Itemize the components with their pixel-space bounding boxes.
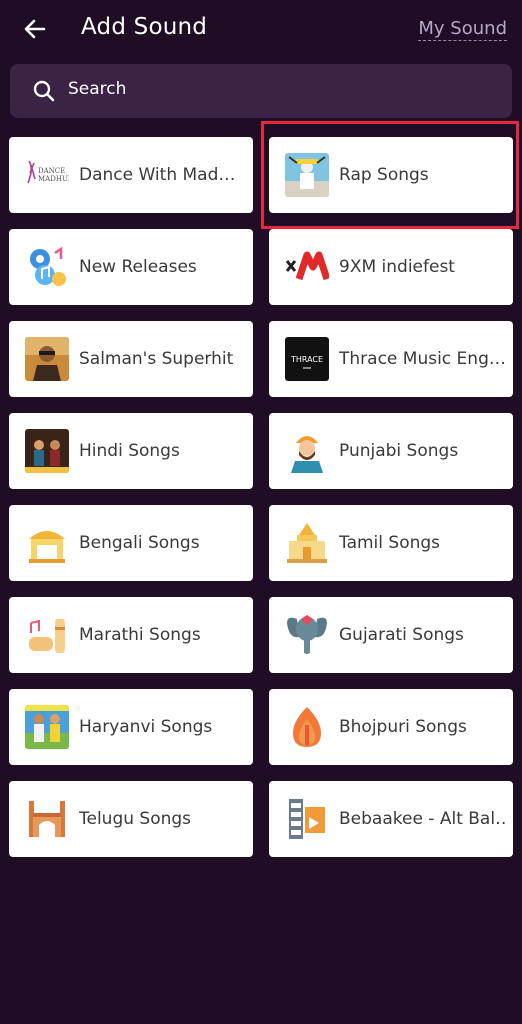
- category-card-telugu-songs[interactable]: Telugu Songs: [9, 781, 253, 857]
- category-card-new-releases[interactable]: New Releases: [9, 229, 253, 305]
- charminar-icon: [25, 797, 69, 841]
- category-label: Dance With Mad…: [79, 165, 236, 185]
- category-card-punjabi-songs[interactable]: Punjabi Songs: [269, 413, 513, 489]
- category-card-rap-songs[interactable]: Rap Songs: [269, 137, 513, 213]
- search-icon: [33, 80, 55, 102]
- category-card-gujarati-songs[interactable]: Gujarati Songs: [269, 597, 513, 673]
- category-card-salmans-superhit[interactable]: Salman's Superhit: [9, 321, 253, 397]
- category-card-bebaakee[interactable]: Bebaakee - Alt Bal…: [269, 781, 513, 857]
- thrace-logo-icon: THRACE: [285, 337, 329, 381]
- category-label: Hindi Songs: [79, 441, 180, 461]
- back-arrow-icon: [24, 19, 46, 39]
- svg-text:MADHURI: MADHURI: [38, 175, 69, 183]
- search-bar[interactable]: Search: [10, 64, 512, 118]
- film-reel-icon: [285, 797, 329, 841]
- music-notes-icon: [25, 245, 69, 289]
- category-card-tamil-songs[interactable]: Tamil Songs: [269, 505, 513, 581]
- category-label: Tamil Songs: [339, 533, 441, 553]
- dance-madhuri-logo-icon: DANCE MADHURI: [25, 153, 69, 197]
- category-card-bhojpuri-songs[interactable]: Bhojpuri Songs: [269, 689, 513, 765]
- haryanvi-photo-icon: [25, 705, 69, 749]
- my-sound-link[interactable]: My Sound: [418, 18, 507, 41]
- category-label: 9XM indiefest: [339, 257, 455, 277]
- category-label: Bhojpuri Songs: [339, 717, 467, 737]
- search-input[interactable]: Search: [68, 79, 126, 99]
- category-label: Thrace Music Eng…: [339, 349, 505, 369]
- category-label: Bengali Songs: [79, 533, 200, 553]
- tamil-temple-icon: [285, 521, 329, 565]
- elephant-icon: [285, 613, 329, 657]
- category-card-bengali-songs[interactable]: Bengali Songs: [9, 505, 253, 581]
- bengali-temple-icon: [25, 521, 69, 565]
- app-header: Add Sound My Sound: [0, 0, 522, 58]
- hindi-poster-icon: [25, 429, 69, 473]
- category-label: Telugu Songs: [79, 809, 192, 829]
- flame-icon: [285, 705, 329, 749]
- category-label: New Releases: [79, 257, 197, 277]
- category-card-marathi-songs[interactable]: Marathi Songs: [9, 597, 253, 673]
- turban-man-icon: [285, 429, 329, 473]
- category-label: Rap Songs: [339, 165, 429, 185]
- svg-text:THRACE: THRACE: [290, 355, 323, 364]
- svg-text:DANCE: DANCE: [38, 167, 65, 175]
- category-label: Gujarati Songs: [339, 625, 464, 645]
- category-card-hindi-songs[interactable]: Hindi Songs: [9, 413, 253, 489]
- category-label: Salman's Superhit: [79, 349, 234, 369]
- category-label: Punjabi Songs: [339, 441, 459, 461]
- category-card-dance-with-madhuri[interactable]: DANCE MADHURI Dance With Mad…: [9, 137, 253, 213]
- back-button[interactable]: [20, 14, 50, 44]
- salman-photo-icon: [25, 337, 69, 381]
- category-card-9xm-indiefest[interactable]: 9XM indiefest: [269, 229, 513, 305]
- 9xm-logo-icon: [285, 245, 329, 289]
- category-label: Marathi Songs: [79, 625, 201, 645]
- category-label: Haryanvi Songs: [79, 717, 213, 737]
- category-label: Bebaakee - Alt Bal…: [339, 809, 505, 829]
- category-card-haryanvi-songs[interactable]: Haryanvi Songs: [9, 689, 253, 765]
- category-card-thrace-music[interactable]: THRACE Thrace Music Eng…: [269, 321, 513, 397]
- page-title: Add Sound: [81, 14, 208, 40]
- rap-cover-art-icon: [285, 153, 329, 197]
- drum-icon: [25, 613, 69, 657]
